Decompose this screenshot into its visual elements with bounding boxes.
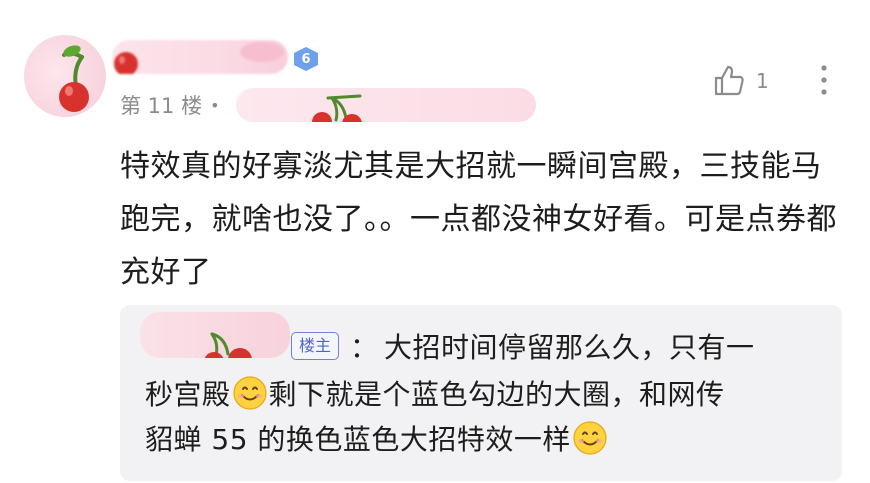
floor-number: 第 11 楼 <box>120 94 203 118</box>
username-redacted <box>112 40 288 74</box>
cherry-icon <box>204 332 252 358</box>
reply-text-line-1: 大招时间停留那么久，只有一 <box>384 326 755 366</box>
cherry-icon <box>114 42 284 74</box>
reply-line-2a: 秒宫殿 <box>145 378 231 411</box>
cherry-icon <box>312 94 362 122</box>
floor-info: 第 11 楼 • <box>120 90 220 120</box>
reply-line-3: 貂蝉 55 的换色蓝色大招特效一样 <box>145 423 571 456</box>
like-count: 1 <box>756 69 769 93</box>
like-button[interactable]: 1 <box>712 64 769 98</box>
post-meta-redacted <box>236 88 536 122</box>
separator-dot: • <box>210 95 220 115</box>
reply-text-line-3: 貂蝉 55 的换色蓝色大招特效一样 <box>145 418 609 458</box>
reply-colon: ： <box>350 331 379 364</box>
level-badge: 6 <box>292 46 320 72</box>
thumbs-up-icon <box>714 65 744 96</box>
smile-emoji-icon <box>232 376 267 410</box>
reply-line-1: 大招时间停留那么久，只有一 <box>384 331 755 364</box>
level-number: 6 <box>301 51 311 67</box>
reply-username-redacted <box>140 312 290 358</box>
smile-emoji-icon <box>573 421 607 455</box>
cherry-icon <box>59 45 89 112</box>
more-vertical-icon[interactable] <box>812 62 836 98</box>
avatar[interactable] <box>24 35 106 117</box>
reply-line-2b: 剩下就是个蓝色勾边的大圈，和网传 <box>268 378 725 411</box>
host-badge: 楼主 <box>291 332 340 360</box>
comment-text: 特效真的好寡淡尤其是大招就一瞬间宫殿，三技能马跑完，就啥也没了。。一点都没神女好… <box>120 149 837 290</box>
reply-text-line-2: 秒宫殿 剩下就是个蓝色勾边的大圈，和网传 <box>145 373 725 413</box>
